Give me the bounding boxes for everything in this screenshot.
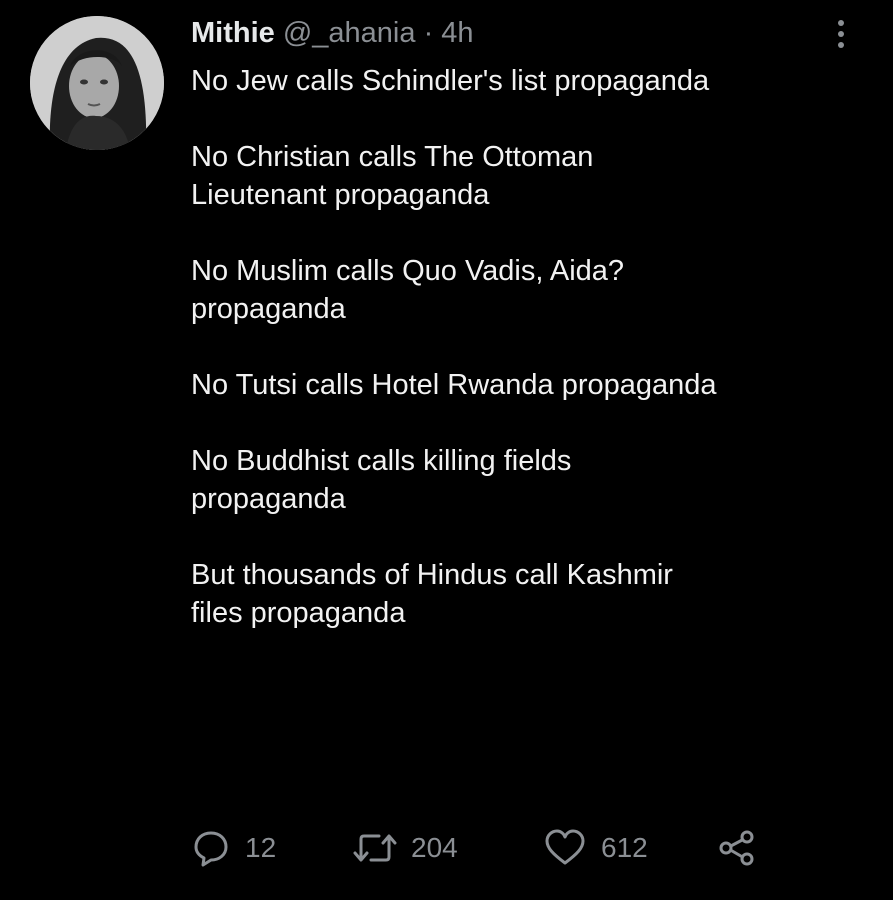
share-button[interactable] [717, 826, 757, 870]
tweet-text: No Jew calls Schindler's list propaganda… [191, 62, 871, 632]
tweet-header: Mithie @_ahania · 4h [191, 14, 474, 52]
tweet-card[interactable]: Mithie @_ahania · 4h No Jew calls Schind… [0, 0, 893, 900]
more-options-button[interactable] [826, 16, 856, 52]
like-button[interactable]: 612 [543, 826, 648, 870]
author-handle[interactable]: @_ahania [283, 17, 416, 49]
tweet-paragraph: No Jew calls Schindler's list propaganda [191, 65, 710, 97]
tweet-actions: 12 204 612 [191, 826, 831, 870]
tweet-paragraph: No Christian calls The Ottoman Lieutenan… [191, 141, 594, 211]
retweet-button[interactable]: 204 [353, 826, 458, 870]
retweet-arrows-icon [353, 834, 397, 862]
vertical-ellipsis-icon [838, 20, 844, 48]
avatar[interactable] [30, 16, 164, 150]
speech-bubble-icon [194, 831, 228, 867]
author-name[interactable]: Mithie [191, 17, 275, 49]
reply-button[interactable]: 12 [191, 826, 276, 870]
heart-icon [545, 829, 585, 865]
like-count: 612 [601, 832, 648, 863]
tweet-paragraph: No Tutsi calls Hotel Rwanda propaganda [191, 369, 717, 401]
retweet-count: 204 [411, 832, 458, 863]
tweet-timestamp[interactable]: 4h [441, 17, 473, 49]
tweet-paragraph: But thousands of Hindus call Kashmir fil… [191, 559, 673, 629]
tweet-paragraph: No Muslim calls Quo Vadis, Aida? propaga… [191, 255, 625, 325]
avatar-photo [30, 16, 164, 150]
reply-count: 12 [245, 832, 277, 863]
tweet-paragraph: No Buddhist calls killing fields propaga… [191, 445, 572, 515]
separator-dot: · [423, 17, 434, 49]
share-nodes-icon [719, 830, 754, 866]
